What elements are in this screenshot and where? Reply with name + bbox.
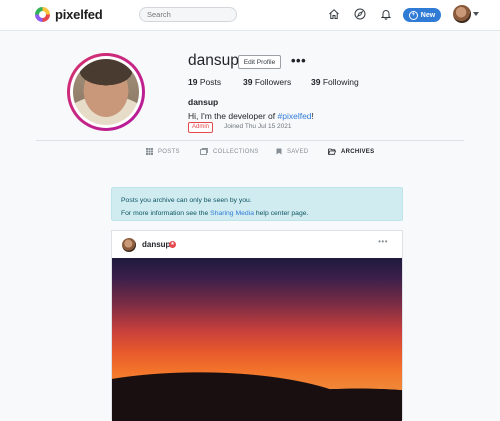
post-author-username[interactable]: dansup <box>142 240 170 249</box>
archive-info-alert: Posts you archive can only be seen by yo… <box>111 187 403 221</box>
profile-bio: Hi, I'm the developer of #pixelfed! <box>188 111 314 121</box>
grid-icon <box>146 148 153 155</box>
chevron-down-icon[interactable] <box>473 12 479 16</box>
folder-open-icon <box>328 148 336 155</box>
tab-posts[interactable]: POSTS <box>146 148 180 155</box>
alert-line-2-suffix: help center page. <box>253 210 309 217</box>
following-stat[interactable]: 39 Following <box>311 77 359 87</box>
followers-stat[interactable]: 39 Followers <box>243 77 291 87</box>
profile-more-options-button[interactable]: ••• <box>291 53 306 68</box>
followers-count: 39 <box>243 77 253 87</box>
compass-icon[interactable] <box>354 8 366 20</box>
tab-archives-label: ARCHIVES <box>341 148 375 155</box>
plus-circle-icon: + <box>408 10 418 20</box>
posts-count: 19 <box>188 77 198 87</box>
user-avatar-menu[interactable] <box>453 5 471 23</box>
alert-line-2-text: For more information see the <box>121 210 211 217</box>
pixelfed-logo-icon <box>35 7 50 22</box>
posts-label: Posts <box>199 77 222 87</box>
tab-saved-label: SAVED <box>287 148 309 155</box>
bio-suffix: ! <box>311 111 314 121</box>
admin-star-icon: ★ <box>169 241 176 248</box>
new-button-label: New <box>420 11 436 19</box>
post-image[interactable] <box>112 258 402 421</box>
posts-stat[interactable]: 19 Posts <box>188 77 221 87</box>
sharing-media-link[interactable]: Sharing Media <box>210 210 254 217</box>
search-input[interactable] <box>139 7 237 22</box>
bio-hashtag-link[interactable]: #pixelfed <box>278 111 312 121</box>
top-navbar: pixelfed + New <box>0 0 500 31</box>
tab-saved[interactable]: SAVED <box>276 148 308 155</box>
profile-divider <box>36 140 464 141</box>
profile-username: dansup <box>188 52 239 69</box>
edit-profile-button[interactable]: Edit Profile <box>238 55 281 69</box>
admin-badge: Admin <box>188 122 214 133</box>
post-author-avatar[interactable] <box>122 238 136 252</box>
home-icon[interactable] <box>328 8 340 20</box>
tab-collections[interactable]: COLLECTIONS <box>200 148 259 155</box>
bookmark-icon <box>276 148 282 155</box>
tab-archives[interactable]: ARCHIVES <box>328 148 374 155</box>
brand-link[interactable]: pixelfed <box>35 7 103 22</box>
brand-name: pixelfed <box>55 7 103 22</box>
collections-icon <box>200 148 208 155</box>
bio-text: Hi, I'm the developer of <box>188 111 278 121</box>
post-more-options-button[interactable]: ••• <box>378 237 388 246</box>
display-name: dansup <box>188 97 219 107</box>
followers-label: Followers <box>254 77 292 87</box>
following-count: 39 <box>311 77 321 87</box>
post-card: dansup ★ ••• <box>111 230 403 421</box>
following-label: Following <box>322 77 359 87</box>
new-post-button[interactable]: + New <box>403 8 441 22</box>
tab-collections-label: COLLECTIONS <box>213 148 259 155</box>
profile-avatar[interactable] <box>67 53 145 131</box>
alert-line-2: For more information see the Sharing Med… <box>121 207 402 220</box>
alert-line-1: Posts you archive can only be seen by yo… <box>121 197 252 204</box>
tab-posts-label: POSTS <box>158 148 180 155</box>
profile-photo <box>73 59 139 125</box>
joined-date: Joined Thu Jul 15 2021 <box>224 123 292 130</box>
bell-icon[interactable] <box>380 8 392 20</box>
